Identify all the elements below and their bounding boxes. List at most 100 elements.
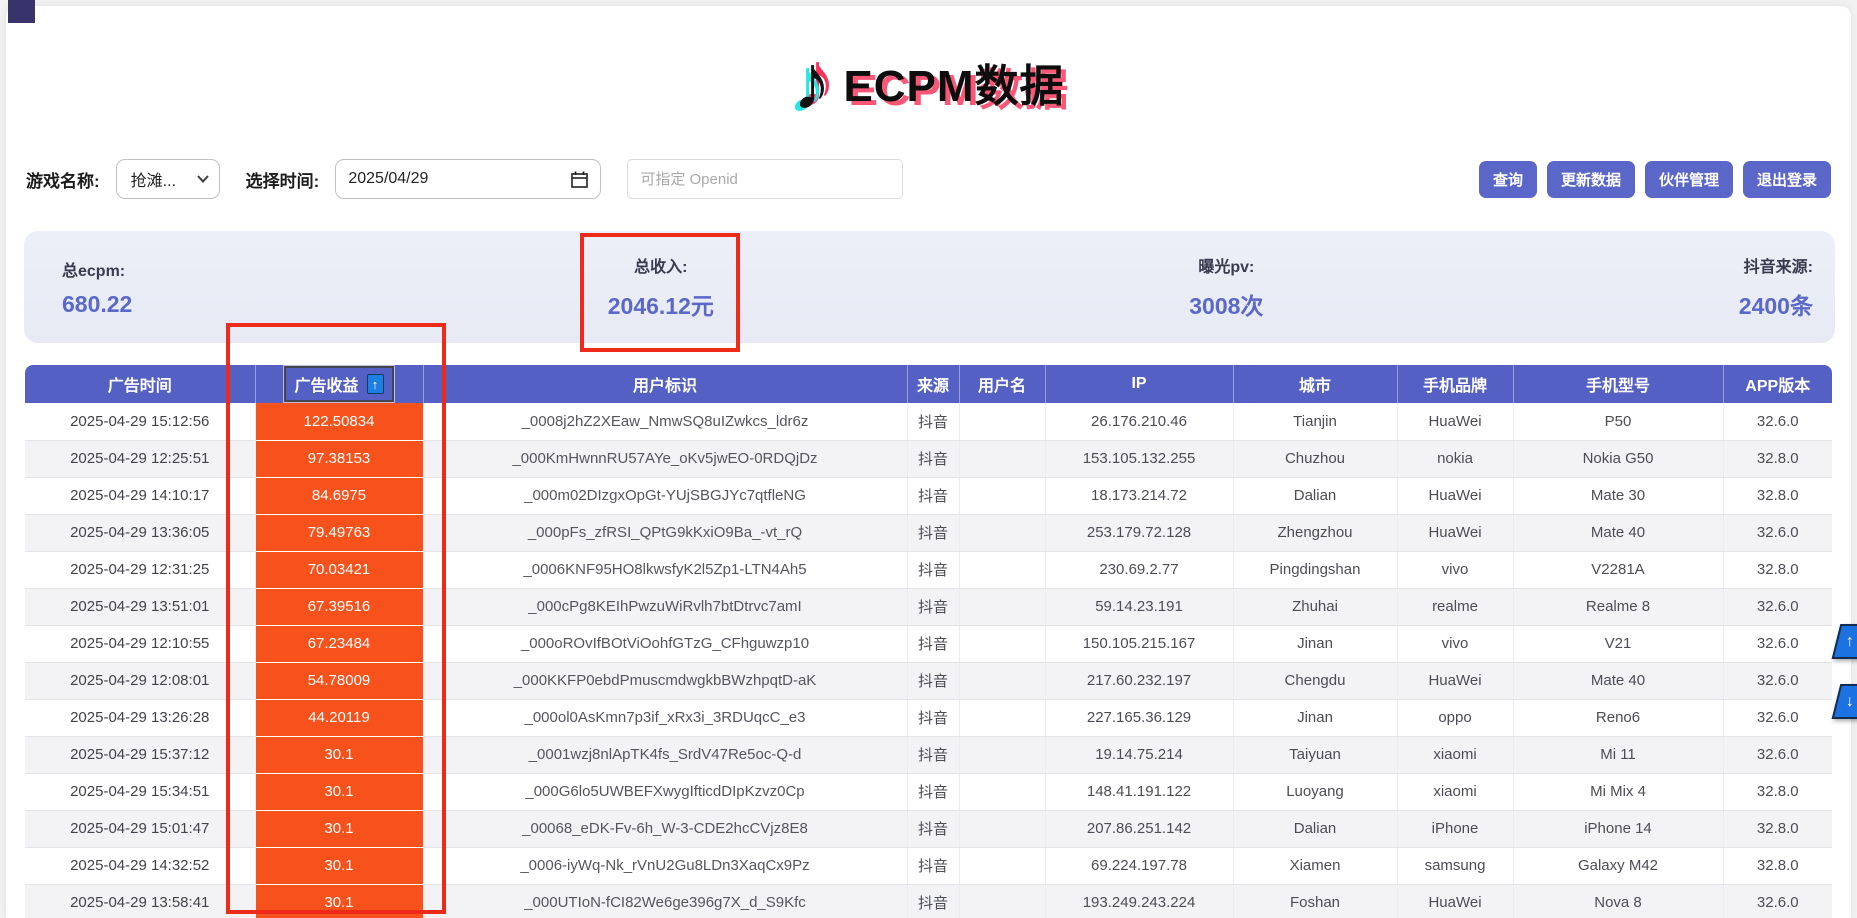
cell-phone-brand: xiaomi — [1397, 773, 1513, 810]
cell-source: 抖音 — [907, 403, 959, 440]
cell-app-version: 32.6.0 — [1723, 514, 1832, 551]
cell-phone-brand: HuaWei — [1397, 477, 1513, 514]
cell-app-version: 32.6.0 — [1723, 403, 1832, 440]
cell-user-id: _0001wzj8nlApTK4fs_SrdV47Re5oc-Q-d — [423, 736, 907, 773]
cell-ad-time: 2025-04-29 13:51:01 — [25, 588, 255, 625]
cell-ad-time: 2025-04-29 12:08:01 — [25, 662, 255, 699]
logout-button[interactable]: 退出登录 — [1743, 161, 1831, 198]
cell-ad-revenue: 30.1 — [255, 773, 423, 810]
cell-ip: 150.105.215.167 — [1045, 625, 1233, 662]
cell-phone-brand: HuaWei — [1397, 514, 1513, 551]
cell-app-version: 32.8.0 — [1723, 551, 1832, 588]
cell-ad-revenue: 122.50834 — [255, 403, 423, 440]
cell-ad-revenue: 70.03421 — [255, 551, 423, 588]
cell-phone-brand: nokia — [1397, 440, 1513, 477]
date-value: 2025/04/29 — [348, 170, 428, 188]
update-data-button[interactable]: 更新数据 — [1547, 161, 1635, 198]
cell-phone-model: Nokia G50 — [1513, 440, 1723, 477]
cell-username — [959, 403, 1045, 440]
cell-ad-time: 2025-04-29 15:01:47 — [25, 810, 255, 847]
cell-app-version: 32.6.0 — [1723, 662, 1832, 699]
col-ad-revenue-label: 广告收益 — [294, 372, 358, 396]
cell-app-version: 32.8.0 — [1723, 773, 1832, 810]
cell-phone-model: Mate 40 — [1513, 662, 1723, 699]
cell-user-id: _000KmHwnnRU57AYe_oKv5jwEO-0RDQjDz — [423, 440, 907, 477]
table-header-row: 广告时间 广告收益 ↑ 用户标识 来源 用户名 IP 城市 手机品牌 手机型号 … — [25, 365, 1832, 403]
cell-source: 抖音 — [907, 662, 959, 699]
col-ad-time: 广告时间 — [25, 365, 255, 403]
cell-city: Dalian — [1233, 810, 1397, 847]
cell-ad-time: 2025-04-29 13:36:05 — [25, 514, 255, 551]
cell-ad-time: 2025-04-29 15:12:56 — [25, 403, 255, 440]
cell-app-version: 32.8.0 — [1723, 810, 1832, 847]
game-select[interactable]: 抢滩... — [116, 159, 220, 199]
cell-username — [959, 588, 1045, 625]
cell-city: Zhengzhou — [1233, 514, 1397, 551]
cell-app-version: 32.8.0 — [1723, 440, 1832, 477]
cell-user-id: _00068_eDK-Fv-6h_W-3-CDE2hcCVjz8E8 — [423, 810, 907, 847]
cell-phone-model: V2281A — [1513, 551, 1723, 588]
table-row: 2025-04-29 15:12:56 122.50834 _0008j2hZ2… — [25, 403, 1832, 440]
cell-ip: 148.41.191.122 — [1045, 773, 1233, 810]
scroll-up-icon: ↑ — [1846, 633, 1854, 651]
cell-city: Chengdu — [1233, 662, 1397, 699]
col-ip: IP — [1045, 365, 1233, 403]
cell-ad-time: 2025-04-29 15:37:12 — [25, 736, 255, 773]
cell-user-id: _000oROvIfBOtViOohfGTzG_CFhguwzp10 — [423, 625, 907, 662]
cell-ad-time: 2025-04-29 12:31:25 — [25, 551, 255, 588]
revenue-sort-control[interactable]: 广告收益 ↑ — [284, 366, 393, 402]
cell-source: 抖音 — [907, 440, 959, 477]
cell-phone-brand: HuaWei — [1397, 403, 1513, 440]
cell-phone-model: Mate 30 — [1513, 477, 1723, 514]
cell-ip: 59.14.23.191 — [1045, 588, 1233, 625]
cell-ip: 253.179.72.128 — [1045, 514, 1233, 551]
cell-phone-brand: vivo — [1397, 625, 1513, 662]
cell-phone-model: iPhone 14 — [1513, 810, 1723, 847]
action-buttons: 查询 更新数据 伙伴管理 退出登录 — [1479, 161, 1831, 198]
data-table: 广告时间 广告收益 ↑ 用户标识 来源 用户名 IP 城市 手机品牌 手机型号 … — [25, 365, 1832, 918]
cell-app-version: 32.6.0 — [1723, 884, 1832, 918]
title-bar: ♪ ECPM数据 — [0, 36, 1857, 128]
cell-phone-brand: oppo — [1397, 699, 1513, 736]
cell-phone-model: Mi Mix 4 — [1513, 773, 1723, 810]
cell-ad-revenue: 30.1 — [255, 884, 423, 918]
cell-user-id: _000UTIoN-fCI82We6ge396g7X_d_S9Kfc — [423, 884, 907, 918]
stat-total-income: 总收入: 2046.12元 — [608, 253, 714, 321]
table-row: 2025-04-29 15:37:12 30.1 _0001wzj8nlApTK… — [25, 736, 1832, 773]
cell-user-id: _000m02DIzgxOpGt-YUjSBGJYc7qtfleNG — [423, 477, 907, 514]
date-input[interactable]: 2025/04/29 — [335, 159, 601, 199]
table-row: 2025-04-29 13:36:05 79.49763 _000pFs_zfR… — [25, 514, 1832, 551]
cell-app-version: 32.6.0 — [1723, 625, 1832, 662]
col-ad-revenue: 广告收益 ↑ — [255, 365, 423, 403]
table-row: 2025-04-29 12:31:25 70.03421 _0006KNF95H… — [25, 551, 1832, 588]
cell-user-id: _0006-iyWq-Nk_rVnU2Gu8LDn3XaqCx9Pz — [423, 847, 907, 884]
cell-source: 抖音 — [907, 625, 959, 662]
game-name-label: 游戏名称: — [26, 167, 100, 192]
filter-bar: 游戏名称: 抢滩... 选择时间: 2025/04/29 查询 更新数据 伙伴管… — [26, 158, 1831, 200]
cell-ad-time: 2025-04-29 15:34:51 — [25, 773, 255, 810]
col-phone-model: 手机型号 — [1513, 365, 1723, 403]
col-phone-brand: 手机品牌 — [1397, 365, 1513, 403]
cell-city: Jinan — [1233, 699, 1397, 736]
openid-input[interactable] — [627, 159, 903, 199]
col-user-id: 用户标识 — [423, 365, 907, 403]
cell-ad-time: 2025-04-29 12:10:55 — [25, 625, 255, 662]
cell-city: Chuzhou — [1233, 440, 1397, 477]
cell-source: 抖音 — [907, 551, 959, 588]
cell-username — [959, 440, 1045, 477]
col-app-version: APP版本 — [1723, 365, 1832, 403]
stat-douyin-source: 抖音来源: 2400条 — [1739, 253, 1813, 321]
cell-ad-revenue: 67.23484 — [255, 625, 423, 662]
stat-label: 总ecpm: — [62, 257, 132, 281]
tiktok-note-icon: ♪ — [792, 43, 831, 121]
cell-ad-time: 2025-04-29 14:10:17 — [25, 477, 255, 514]
cell-ad-time: 2025-04-29 13:26:28 — [25, 699, 255, 736]
game-select-value: 抢滩... — [131, 167, 176, 191]
table-row: 2025-04-29 13:58:41 30.1 _000UTIoN-fCI82… — [25, 884, 1832, 918]
cell-ad-revenue: 30.1 — [255, 736, 423, 773]
query-button[interactable]: 查询 — [1479, 161, 1537, 198]
stat-value: 2400条 — [1739, 287, 1813, 321]
cell-ip: 227.165.36.129 — [1045, 699, 1233, 736]
partner-management-button[interactable]: 伙伴管理 — [1645, 161, 1733, 198]
ecpm-dashboard-page: ♪ ECPM数据 游戏名称: 抢滩... 选择时间: 2025/04/29 查询… — [0, 0, 1857, 918]
